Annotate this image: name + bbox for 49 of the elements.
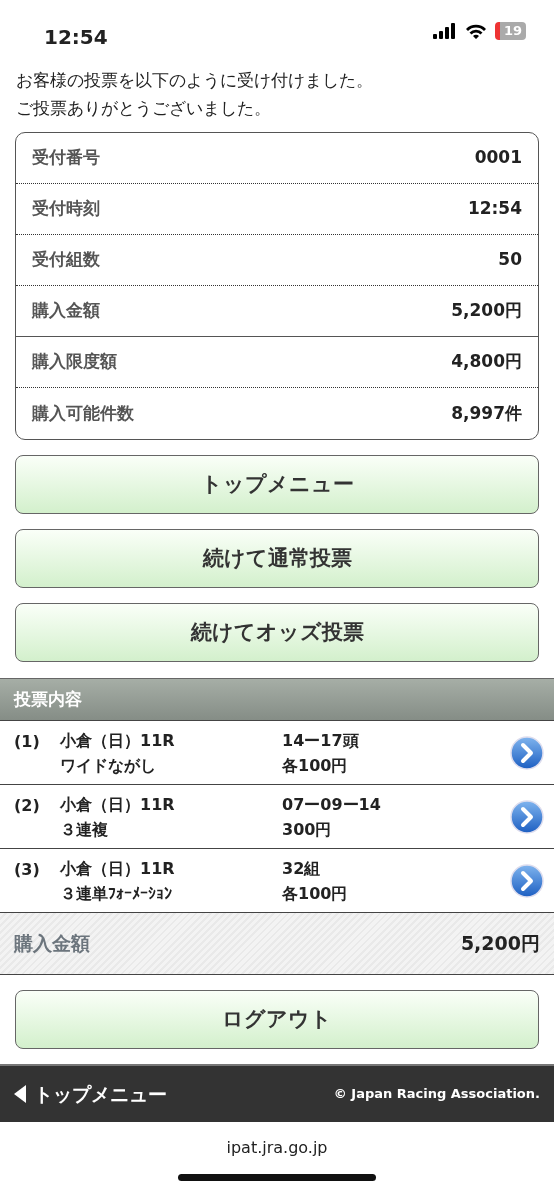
battery-indicator: 19 bbox=[494, 22, 526, 40]
bet-type: ワイドながし bbox=[60, 754, 157, 777]
message-text: ご投票ありがとうございました。 bbox=[16, 97, 272, 120]
bet-combination: 32組 bbox=[282, 857, 322, 880]
bet-type: ３連複 bbox=[60, 818, 109, 841]
bet-row[interactable]: (2) 小倉（日）11R ３連複 07ー09ー14 300円 bbox=[0, 785, 554, 849]
summary-value: 12:54 bbox=[467, 197, 522, 221]
bet-combination: 14ー17頭 bbox=[282, 729, 360, 752]
bet-amount: 各100円 bbox=[282, 882, 349, 905]
copyright-text: © Japan Racing Association. bbox=[333, 1085, 540, 1104]
summary-label: 購入可能件数 bbox=[32, 401, 134, 425]
menu-button[interactable]: 続けて通常投票 bbox=[15, 529, 539, 588]
message-text: お客様の投票を以下のように受け付けました。 bbox=[16, 69, 374, 92]
bet-type: ３連単ﾌｫｰﾒｰｼｮﾝ bbox=[60, 882, 173, 905]
section-header: 投票内容 bbox=[0, 678, 554, 721]
back-link[interactable]: トップメニュー bbox=[14, 1079, 167, 1109]
status-time: 12:54 bbox=[44, 24, 108, 51]
menu-button[interactable]: 続けてオッズ投票 bbox=[15, 603, 539, 662]
race-name: 小倉（日）11R bbox=[60, 729, 176, 752]
bet-number: (2) bbox=[14, 795, 41, 817]
back-arrow-icon bbox=[14, 1085, 26, 1103]
summary-value: 0001 bbox=[474, 146, 522, 170]
bet-amount: 300円 bbox=[282, 818, 333, 841]
bet-combination: 07ー09ー14 bbox=[282, 793, 382, 816]
race-name: 小倉（日）11R bbox=[60, 793, 176, 816]
chevron-right-icon bbox=[510, 735, 544, 770]
url-text: ipat.jra.go.jp bbox=[226, 1138, 328, 1157]
total-label: 購入金額 bbox=[14, 931, 90, 957]
summary-label: 受付時刻 bbox=[32, 197, 100, 221]
chevron-right-icon bbox=[510, 799, 544, 834]
summary-label: 購入限度額 bbox=[32, 350, 117, 374]
wifi-icon bbox=[464, 23, 487, 39]
summary-value: 5,200円 bbox=[451, 299, 522, 323]
race-name: 小倉（日）11R bbox=[60, 857, 176, 880]
summary-label: 購入金額 bbox=[32, 299, 100, 323]
bet-number: (3) bbox=[14, 859, 41, 881]
bet-amount: 各100円 bbox=[282, 754, 349, 777]
signal-icon bbox=[432, 23, 457, 39]
bet-row[interactable]: (1) 小倉（日）11R ワイドながし 14ー17頭 各100円 bbox=[0, 721, 554, 785]
summary-value: 4,800円 bbox=[451, 350, 522, 374]
menu-button[interactable]: トップメニュー bbox=[15, 455, 539, 514]
summary-value: 50 bbox=[498, 248, 522, 272]
logout-button[interactable]: ログアウト bbox=[15, 990, 539, 1049]
chevron-right-icon bbox=[510, 863, 544, 898]
summary-label: 受付組数 bbox=[32, 248, 100, 272]
bet-number: (1) bbox=[14, 731, 41, 753]
total-value: 5,200円 bbox=[460, 931, 540, 957]
summary-label: 受付番号 bbox=[32, 146, 100, 170]
summary-value: 8,997件 bbox=[451, 401, 522, 425]
